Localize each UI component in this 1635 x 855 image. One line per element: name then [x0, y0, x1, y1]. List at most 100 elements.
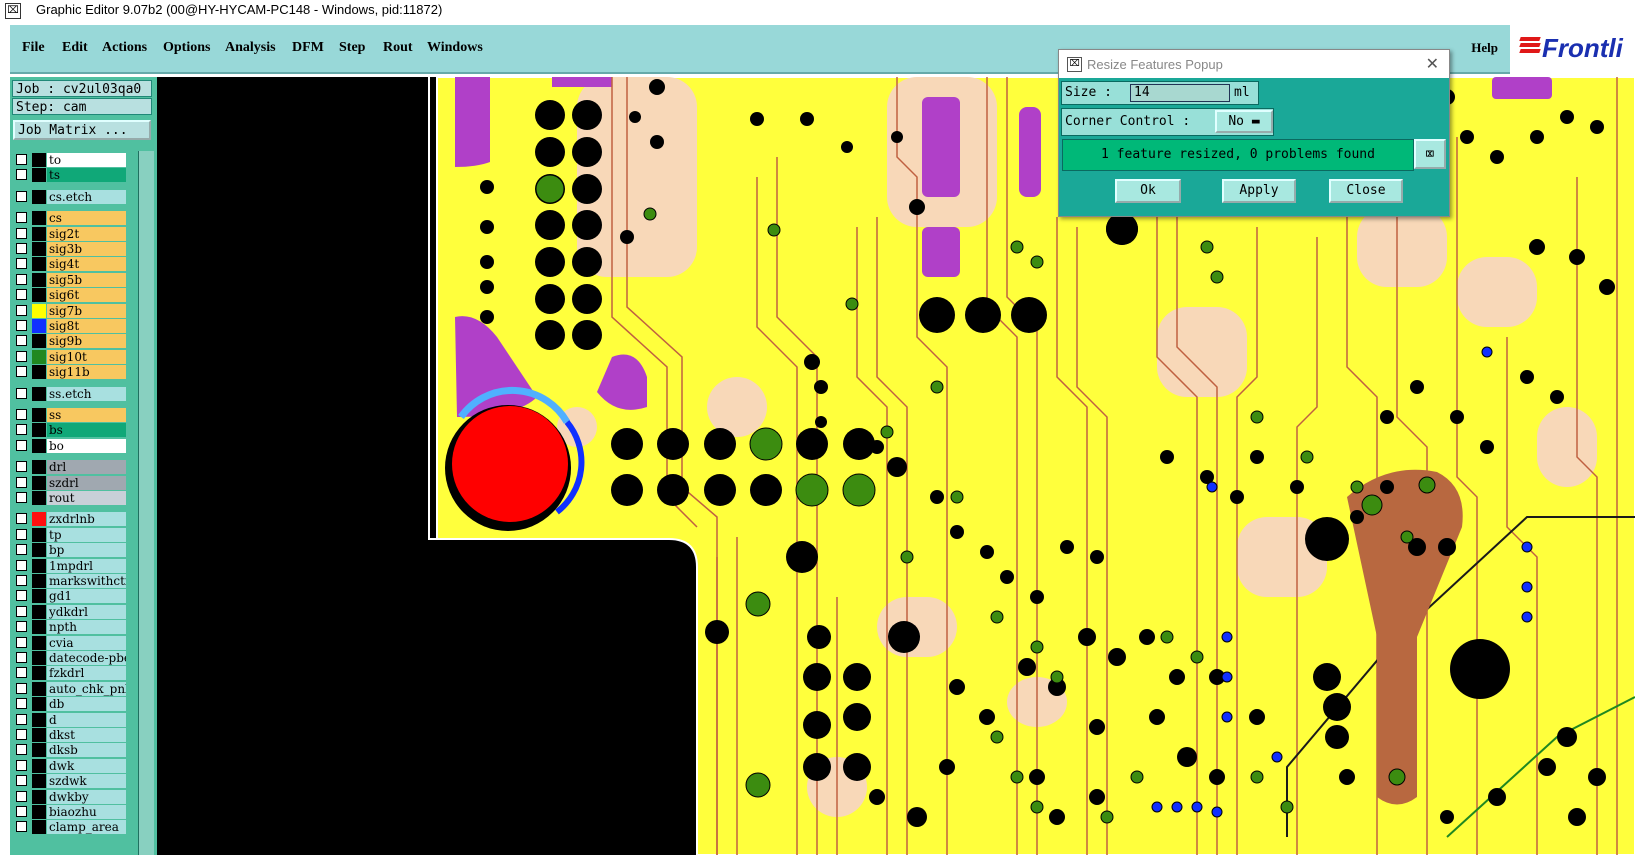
menu-edit[interactable]: Edit: [62, 40, 88, 56]
layer-color-swatch[interactable]: [32, 512, 46, 527]
layer-checkbox[interactable]: [16, 729, 27, 740]
layer-checkbox[interactable]: [16, 544, 27, 556]
menu-windows[interactable]: Windows: [427, 40, 483, 56]
layer-row-sig9b[interactable]: sig9b: [14, 334, 127, 349]
layer-checkbox[interactable]: [16, 667, 27, 679]
layer-checkbox[interactable]: [16, 528, 27, 540]
layer-row-ydkdrl[interactable]: ydkdrl: [14, 604, 127, 619]
layer-checkbox[interactable]: [16, 304, 27, 316]
layer-row-ss[interactable]: ss: [14, 408, 127, 422]
layer-color-swatch[interactable]: [32, 758, 46, 773]
layer-color-swatch[interactable]: [32, 288, 46, 303]
layer-checkbox[interactable]: [16, 409, 27, 420]
layer-row-ts[interactable]: ts: [14, 168, 127, 183]
layer-row-rout[interactable]: rout: [14, 491, 127, 505]
layer-checkbox[interactable]: [16, 190, 27, 202]
layer-checkbox[interactable]: [16, 258, 27, 270]
layer-list-scrollbar[interactable]: [138, 151, 154, 855]
layer-checkbox[interactable]: [16, 621, 27, 633]
layer-row-d[interactable]: d: [14, 712, 127, 727]
layer-row-markswithcti[interactable]: markswithcti: [14, 574, 127, 588]
layer-color-swatch[interactable]: [32, 475, 46, 490]
layer-color-swatch[interactable]: [32, 257, 46, 272]
layer-checkbox[interactable]: [16, 461, 27, 473]
layer-checkbox[interactable]: [16, 744, 27, 756]
layer-checkbox[interactable]: [16, 366, 27, 378]
layer-color-swatch[interactable]: [32, 189, 46, 204]
layer-row-sig7b[interactable]: sig7b: [14, 303, 127, 318]
layer-row-dwkby[interactable]: dwkby: [14, 789, 127, 804]
layer-color-swatch[interactable]: [32, 820, 46, 835]
layer-color-swatch[interactable]: [32, 272, 46, 287]
layer-row-cvia[interactable]: cvia: [14, 635, 127, 650]
layer-row-szdwk[interactable]: szdwk: [14, 774, 127, 789]
menu-rout[interactable]: Rout: [383, 40, 413, 56]
layer-color-swatch[interactable]: [32, 697, 46, 712]
layer-color-swatch[interactable]: [32, 386, 46, 401]
layer-checkbox[interactable]: [16, 227, 27, 239]
layer-row-sig11b[interactable]: sig11b: [14, 365, 127, 380]
layer-checkbox[interactable]: [16, 821, 27, 833]
layer-checkbox[interactable]: [16, 243, 27, 254]
layer-row-sig8t[interactable]: sig8t: [14, 319, 127, 333]
layer-checkbox[interactable]: [16, 424, 27, 436]
layer-row-szdrl[interactable]: szdrl: [14, 475, 127, 490]
layer-color-swatch[interactable]: [32, 211, 46, 226]
layer-color-swatch[interactable]: [32, 774, 46, 789]
layer-checkbox[interactable]: [16, 652, 27, 663]
size-input[interactable]: 14: [1130, 84, 1230, 102]
menu-help[interactable]: Help: [1471, 40, 1498, 56]
layer-color-swatch[interactable]: [32, 365, 46, 380]
layer-color-swatch[interactable]: [32, 574, 46, 588]
layer-color-swatch[interactable]: [32, 651, 46, 665]
layer-checkbox[interactable]: [16, 212, 27, 224]
menu-analysis[interactable]: Analysis: [225, 40, 276, 56]
layer-row-clamp_area[interactable]: clamp_area: [14, 820, 127, 835]
layer-row-dksb[interactable]: dksb: [14, 743, 127, 758]
layer-color-swatch[interactable]: [32, 242, 46, 256]
layer-color-swatch[interactable]: [32, 491, 46, 505]
layer-row-dkst[interactable]: dkst: [14, 728, 127, 742]
corner-control-select[interactable]: No ▬: [1215, 110, 1273, 133]
layer-checkbox[interactable]: [16, 636, 27, 648]
layer-checkbox[interactable]: [16, 682, 27, 694]
layer-color-swatch[interactable]: [32, 319, 46, 333]
layer-checkbox[interactable]: [16, 575, 27, 586]
layer-row-zxdrlnb[interactable]: zxdrlnb: [14, 512, 127, 527]
popup-close-icon[interactable]: ✕: [1426, 54, 1439, 73]
layer-checkbox[interactable]: [16, 775, 27, 787]
menu-options[interactable]: Options: [163, 40, 210, 56]
ok-button[interactable]: Ok: [1115, 179, 1181, 203]
layer-row-1mpdrl[interactable]: 1mpdrl: [14, 558, 127, 573]
layer-row-to[interactable]: to: [14, 153, 127, 167]
layer-row-sig3b[interactable]: sig3b: [14, 242, 127, 256]
layer-row-gd1[interactable]: gd1: [14, 589, 127, 604]
menu-dfm[interactable]: DFM: [292, 40, 324, 56]
layer-checkbox[interactable]: [16, 154, 27, 165]
layer-color-swatch[interactable]: [32, 226, 46, 241]
layer-color-swatch[interactable]: [32, 681, 46, 696]
layer-checkbox[interactable]: [16, 289, 27, 301]
layer-color-swatch[interactable]: [32, 438, 46, 453]
layer-color-swatch[interactable]: [32, 168, 46, 183]
layer-color-swatch[interactable]: [32, 423, 46, 438]
layer-color-swatch[interactable]: [32, 712, 46, 727]
layer-row-sig5b[interactable]: sig5b: [14, 272, 127, 287]
layer-color-swatch[interactable]: [32, 743, 46, 758]
layer-row-bp[interactable]: bp: [14, 543, 127, 558]
menu-actions[interactable]: Actions: [102, 40, 147, 56]
layer-row-sig4t[interactable]: sig4t: [14, 257, 127, 272]
layer-checkbox[interactable]: [16, 492, 27, 503]
layer-checkbox[interactable]: [16, 513, 27, 525]
layer-checkbox[interactable]: [16, 759, 27, 771]
layer-checkbox[interactable]: [16, 169, 27, 181]
layer-row-auto_chk_pnl[interactable]: auto_chk_pnl: [14, 681, 127, 696]
layer-checkbox[interactable]: [16, 698, 27, 710]
layer-row-datecode-pbe[interactable]: datecode-pbe: [14, 651, 127, 665]
layer-checkbox[interactable]: [16, 335, 27, 347]
layer-row-drl[interactable]: drl: [14, 460, 127, 475]
layer-checkbox[interactable]: [16, 273, 27, 285]
layer-color-swatch[interactable]: [32, 604, 46, 619]
layer-row-bo[interactable]: bo: [14, 438, 127, 453]
layer-color-swatch[interactable]: [32, 334, 46, 349]
